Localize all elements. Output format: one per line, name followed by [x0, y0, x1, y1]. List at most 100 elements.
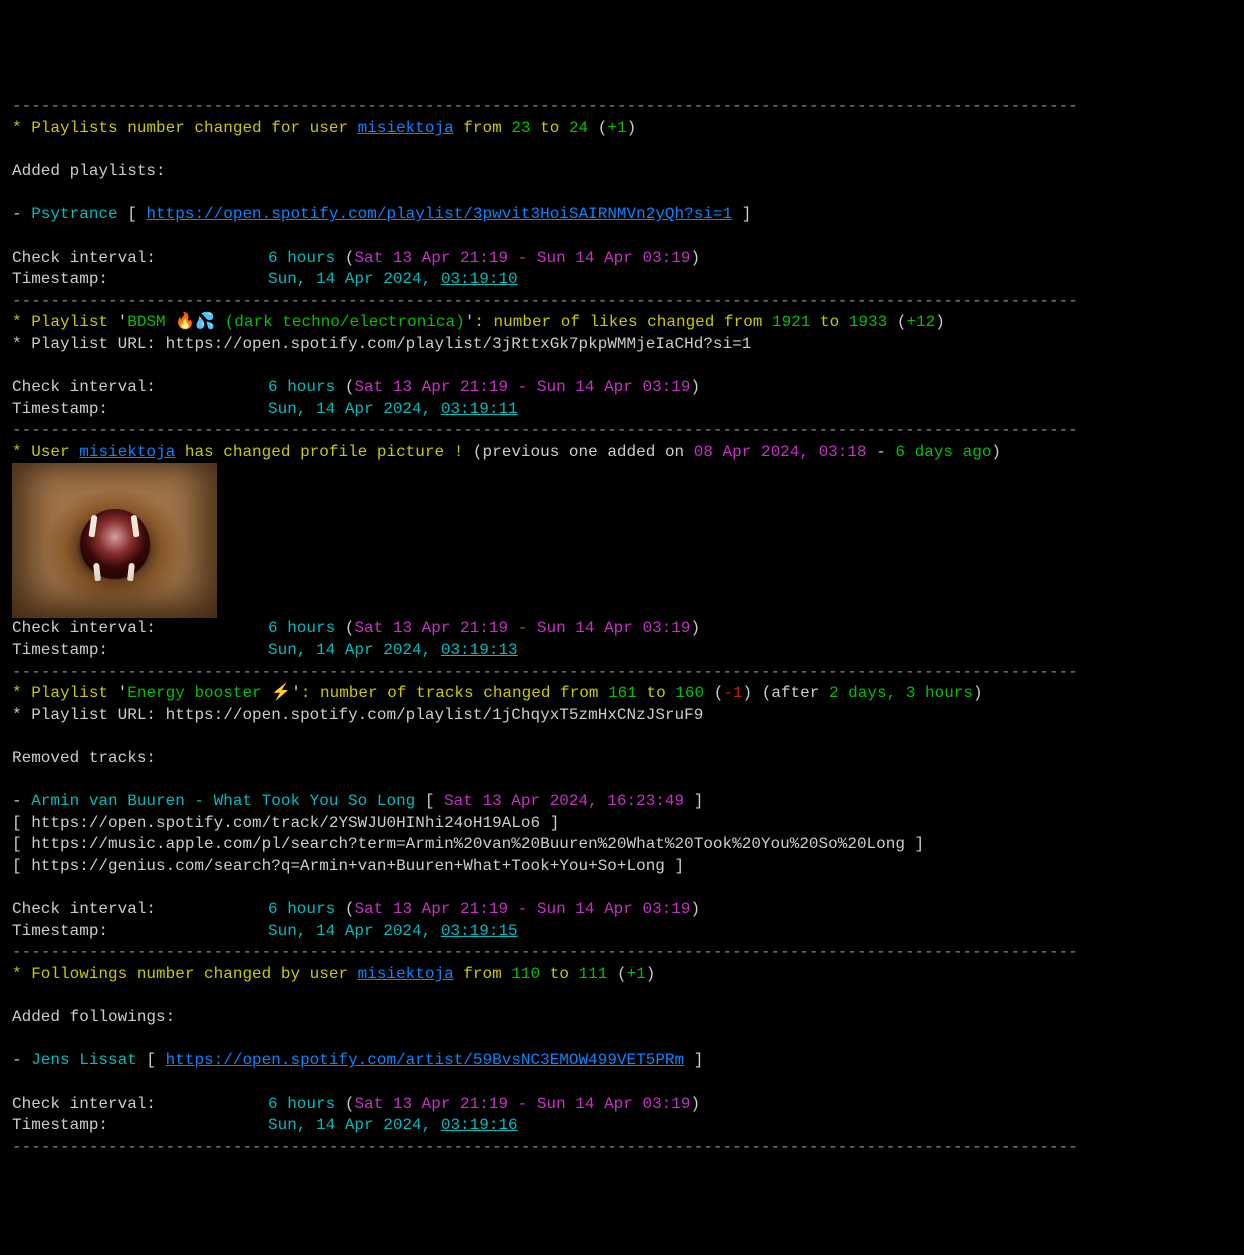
sep: -: [876, 443, 886, 461]
check-value: 6 hours: [268, 1095, 335, 1113]
paren: (: [617, 965, 627, 983]
delta: +1: [627, 965, 646, 983]
bracket: [: [12, 814, 31, 832]
subheading: Added playlists:: [12, 162, 166, 180]
paren: (: [345, 900, 355, 918]
paren: ): [691, 1095, 701, 1113]
ts-time: 03:19:16: [441, 1116, 518, 1134]
track-link: https://music.apple.com/pl/search?term=A…: [31, 835, 905, 853]
paren: ): [691, 900, 701, 918]
divider: ----------------------------------------…: [12, 663, 1078, 681]
track-ts: Sat 13 Apr 2024, 16:23:49: [444, 792, 684, 810]
divider: ----------------------------------------…: [12, 421, 1078, 439]
paren: ): [691, 619, 701, 637]
artist-name: Jens Lissat: [31, 1051, 137, 1069]
event-heading: * Playlist: [12, 313, 108, 331]
text: to: [540, 119, 559, 137]
bracket: [: [415, 792, 444, 810]
playlist-url: https://open.spotify.com/playlist/3jRttx…: [166, 335, 752, 353]
check-range: Sat 13 Apr 21:19 - Sun 14 Apr 03:19: [354, 249, 690, 267]
text: (after: [762, 684, 820, 702]
user-link[interactable]: misiektoja: [79, 443, 175, 461]
divider: ----------------------------------------…: [12, 97, 1078, 115]
text: to: [550, 965, 569, 983]
bullet: -: [12, 792, 31, 810]
quote: ': [291, 684, 301, 702]
bracket: ]: [540, 814, 559, 832]
subheading: Removed tracks:: [12, 749, 156, 767]
bracket: ]: [684, 1051, 703, 1069]
label: Timestamp:: [12, 400, 108, 418]
value-from: 161: [608, 684, 637, 702]
track-link: https://open.spotify.com/track/2YSWJU0HI…: [31, 814, 540, 832]
artist-url-link[interactable]: https://open.spotify.com/artist/59BvsNC3…: [166, 1051, 684, 1069]
playlist-name: BDSM 🔥💦 (dark techno/electronica): [127, 313, 465, 331]
event-heading: * User: [12, 443, 70, 461]
check-range: Sat 13 Apr 21:19 - Sun 14 Apr 03:19: [354, 378, 690, 396]
label: * Playlist URL:: [12, 706, 156, 724]
label: * Playlist URL:: [12, 335, 156, 353]
quote: ': [118, 313, 128, 331]
divider: ----------------------------------------…: [12, 1138, 1078, 1156]
user-link[interactable]: misiektoja: [358, 119, 454, 137]
paren: ): [935, 313, 945, 331]
label: Timestamp:: [12, 922, 108, 940]
playlist-name: Energy booster ⚡: [127, 684, 291, 702]
paren: ): [627, 119, 637, 137]
bracket: ]: [665, 857, 684, 875]
value-from: 110: [511, 965, 540, 983]
bracket: [: [12, 857, 31, 875]
playlist-url-link[interactable]: https://open.spotify.com/playlist/3pwvit…: [146, 205, 732, 223]
label: Check interval:: [12, 378, 156, 396]
track-link: https://genius.com/search?q=Armin+van+Bu…: [31, 857, 665, 875]
label: Timestamp:: [12, 270, 108, 288]
check-value: 6 hours: [268, 249, 335, 267]
bracket: [: [118, 205, 147, 223]
value-to: 160: [675, 684, 704, 702]
paren: ): [646, 965, 656, 983]
text: has changed profile picture !: [185, 443, 463, 461]
ts-time: 03:19:11: [441, 400, 518, 418]
check-value: 6 hours: [268, 619, 335, 637]
paren: ): [973, 684, 983, 702]
paren: (: [714, 684, 724, 702]
ts-time: 03:19:10: [441, 270, 518, 288]
bullet: -: [12, 205, 31, 223]
label: Check interval:: [12, 249, 156, 267]
event-heading: * Playlist: [12, 684, 108, 702]
ts-time: 03:19:13: [441, 641, 518, 659]
track-name: Armin van Buuren - What Took You So Long: [31, 792, 415, 810]
quote: ': [465, 313, 475, 331]
text: from: [463, 965, 501, 983]
bracket: [: [12, 835, 31, 853]
divider: ----------------------------------------…: [12, 292, 1078, 310]
ts-time: 03:19:15: [441, 922, 518, 940]
value-to: 111: [579, 965, 608, 983]
playlist-name: Psytrance: [31, 205, 117, 223]
paren: (: [345, 1095, 355, 1113]
check-value: 6 hours: [268, 900, 335, 918]
delta: +1: [607, 119, 626, 137]
delta: -1: [723, 684, 742, 702]
value-to: 1933: [849, 313, 887, 331]
label: Check interval:: [12, 619, 156, 637]
paren: (: [345, 619, 355, 637]
event-heading: * Followings number changed by user: [12, 965, 348, 983]
ts-date: Sun, 14 Apr 2024,: [268, 400, 431, 418]
time-ago: 6 days ago: [895, 443, 991, 461]
label: Check interval:: [12, 1095, 156, 1113]
paren: ): [691, 378, 701, 396]
ts-date: Sun, 14 Apr 2024,: [268, 1116, 431, 1134]
paren: (: [345, 249, 355, 267]
label: Check interval:: [12, 900, 156, 918]
text: to: [820, 313, 839, 331]
check-range: Sat 13 Apr 21:19 - Sun 14 Apr 03:19: [354, 1095, 690, 1113]
paren: (: [598, 119, 608, 137]
text: : number of tracks changed from: [301, 684, 599, 702]
check-range: Sat 13 Apr 21:19 - Sun 14 Apr 03:19: [354, 900, 690, 918]
profile-picture: [12, 463, 217, 618]
ts-date: Sun, 14 Apr 2024,: [268, 641, 431, 659]
label: Timestamp:: [12, 641, 108, 659]
user-link[interactable]: misiektoja: [358, 965, 454, 983]
ts-date: Sun, 14 Apr 2024,: [268, 922, 431, 940]
